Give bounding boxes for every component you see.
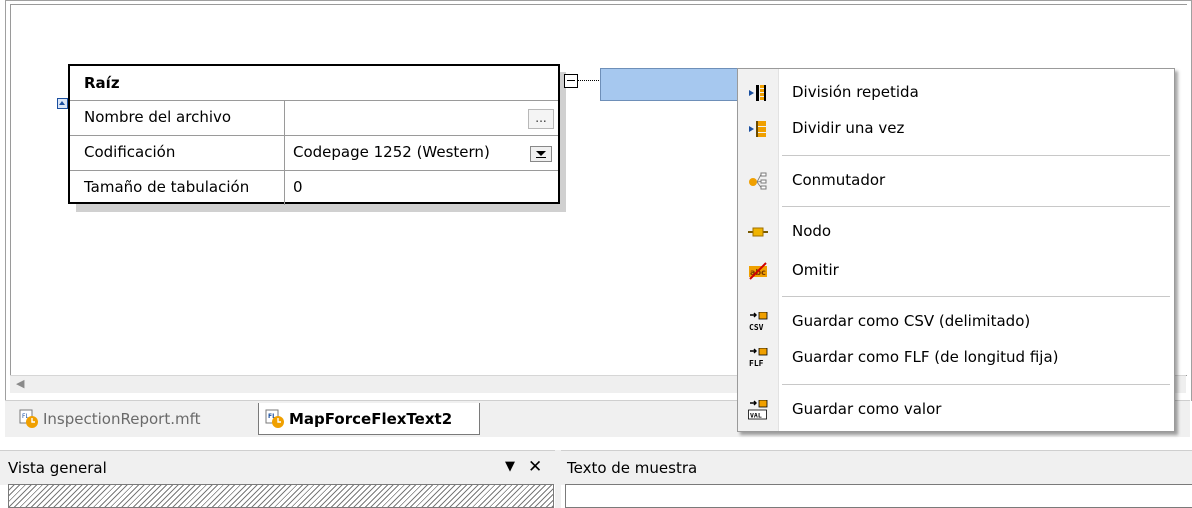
svg-text:CSV: CSV [749,323,764,332]
context-menu: División repetida Dividir una vez Conmut… [737,68,1175,432]
node-icon [748,227,768,237]
menu-item-label: Conmutador [792,171,886,189]
menu-item-switch[interactable]: Conmutador [738,163,1174,197]
menu-item-label: Dividir una vez [792,119,905,137]
split-repeated-icon [749,85,766,101]
svg-text:VAL: VAL [750,412,762,420]
sample-text-pane-body[interactable] [565,484,1192,508]
menu-item-split-repeated[interactable]: División repetida [738,75,1174,109]
mapping-file-icon: FL [19,409,38,428]
property-label: Nombre del archivo [84,108,232,126]
browse-button[interactable]: ... [528,109,554,129]
menu-item-store-flf[interactable]: FLF Guardar como FLF (de longitud fija) [738,340,1174,374]
property-row-encoding: Codificación Codepage 1252 (Western) [70,136,558,171]
collapse-toggle-icon[interactable] [57,98,68,109]
overview-pane-header: Vista general ▼ ✕ [0,450,555,485]
component-title-bar[interactable]: Raíz [70,66,558,101]
switch-icon [749,172,767,190]
menu-item-label: Guardar como CSV (delimitado) [792,312,1031,330]
property-label: Tamaño de tabulación [84,178,250,196]
menu-separator [782,155,1170,156]
menu-item-store-csv[interactable]: CSV Guardar como CSV (delimitado) [738,304,1174,338]
menu-item-label: Omitir [792,261,839,279]
scroll-left-arrow-icon[interactable]: ◀ [16,377,24,390]
dropdown-arrow-icon[interactable] [530,146,552,162]
menu-item-ignore[interactable]: abc Omitir [738,253,1174,287]
ignore-icon: abc [749,262,767,280]
store-csv-icon: CSV [749,312,768,332]
sample-text-pane-header: Texto de muestra [561,450,1192,485]
connector-line [577,80,599,81]
split-once-icon [749,121,766,137]
property-row-filename: Nombre del archivo ... [70,101,558,136]
tab-label: MapForceFlexText2 [289,410,453,428]
selected-node[interactable] [600,68,750,101]
property-value: 0 [293,178,303,196]
tab-size-field[interactable]: 0 [285,171,558,205]
pane-menu-icon[interactable]: ▼ [505,459,515,474]
menu-item-store-value[interactable]: VAL Guardar como valor [738,392,1174,426]
output-connector-icon[interactable] [564,74,578,88]
root-component[interactable]: Raíz Nombre del archivo ... Codificación… [68,64,560,205]
tab-inspection-report[interactable]: FL InspectionReport.mft [13,403,253,435]
property-row-tab-size: Tamaño de tabulación 0 [70,171,558,205]
menu-item-label: División repetida [792,83,919,101]
menu-item-node[interactable]: Nodo [738,214,1174,248]
store-value-icon: VAL [748,400,768,420]
tab-mapforce-flextext[interactable]: FL MapForceFlexText2 [258,403,480,435]
menu-item-split-once[interactable]: Dividir una vez [738,111,1174,145]
filename-field[interactable]: ... [285,101,558,135]
tab-label: InspectionReport.mft [43,410,201,428]
close-icon[interactable]: ✕ [528,457,542,477]
mapping-file-icon: FL [265,409,284,428]
overview-pane-body[interactable] [8,484,554,508]
menu-separator [782,384,1170,385]
component-title: Raíz [84,74,120,92]
menu-item-label: Guardar como FLF (de longitud fija) [792,348,1059,366]
menu-separator [782,206,1170,207]
property-label: Codificación [84,143,176,161]
sample-text-pane-title: Texto de muestra [567,459,698,477]
menu-item-label: Guardar como valor [792,400,942,418]
menu-separator [782,296,1170,297]
overview-pane-title: Vista general [8,459,107,477]
property-value: Codepage 1252 (Western) [293,143,490,161]
svg-text:FLF: FLF [749,359,764,368]
encoding-select[interactable]: Codepage 1252 (Western) [285,136,558,170]
menu-item-label: Nodo [792,222,832,240]
store-flf-icon: FLF [749,348,768,368]
